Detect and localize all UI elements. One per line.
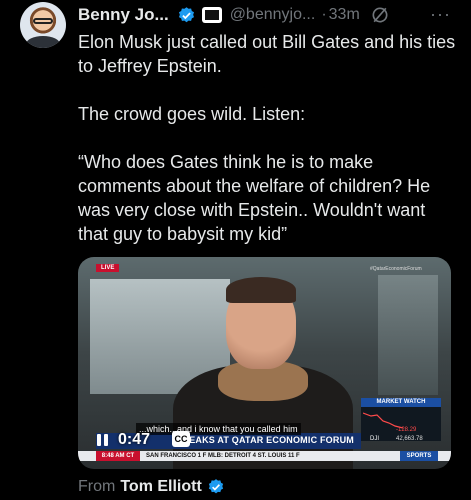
- market-watch-label: MARKET WATCH: [361, 398, 441, 407]
- post-paragraph: The crowd goes wild. Listen:: [78, 104, 306, 124]
- avatar[interactable]: [20, 2, 66, 48]
- live-badge: LIVE: [96, 264, 120, 272]
- separator-dot: ·: [321, 6, 327, 23]
- lower-third-headline: PEAKS AT QATAR ECONOMIC FORUM: [183, 435, 354, 445]
- score-ticker: SAN FRANCISCO 1 F MLB: DETROIT 4 ST. LOU…: [146, 453, 300, 459]
- pause-icon[interactable]: [93, 430, 113, 450]
- video-attribution: From Tom Elliott: [78, 478, 225, 496]
- more-icon[interactable]: ···: [430, 4, 451, 25]
- closed-captions-icon[interactable]: CC: [172, 431, 190, 447]
- dji-value: 42,663.78: [396, 436, 423, 442]
- verified-badge-icon: [178, 6, 194, 22]
- avatar-glasses: [33, 18, 53, 24]
- affiliate-badge-icon[interactable]: [201, 7, 222, 23]
- sports-label: SPORTS: [400, 451, 438, 461]
- video-background-window: [378, 275, 438, 395]
- post-header: Benny Jo... @bennyjo... · 33m: [78, 4, 390, 26]
- dji-label: DJI: [370, 436, 379, 442]
- attribution-source[interactable]: Tom Elliott: [120, 478, 201, 496]
- post-text: Elon Musk just called out Bill Gates and…: [78, 30, 458, 270]
- video-caption: ...which...and i know that you called hi…: [136, 423, 301, 435]
- post-paragraph: “Who does Gates think he is to make comm…: [78, 152, 431, 244]
- attribution-prefix: From: [78, 478, 116, 495]
- broadcast-clock: 8:48 AM CT: [96, 451, 140, 461]
- video-duration: 0:47: [118, 431, 151, 448]
- post-time[interactable]: 33m: [329, 6, 360, 24]
- verified-badge-icon: [208, 479, 223, 494]
- grok-icon[interactable]: [370, 5, 390, 25]
- video-player[interactable]: LIVE #QatarEconomicForum MARKET WATCH -1…: [78, 257, 451, 469]
- dji-change: -128.29: [396, 427, 417, 433]
- post-paragraph: Elon Musk just called out Bill Gates and…: [78, 32, 456, 76]
- author-name[interactable]: Benny Jo...: [78, 5, 169, 25]
- author-handle[interactable]: @bennyjo...: [230, 6, 316, 24]
- speaker-hair: [226, 277, 296, 303]
- corner-hashtag: #QatarEconomicForum: [370, 266, 422, 272]
- avatar-shirt: [26, 36, 60, 48]
